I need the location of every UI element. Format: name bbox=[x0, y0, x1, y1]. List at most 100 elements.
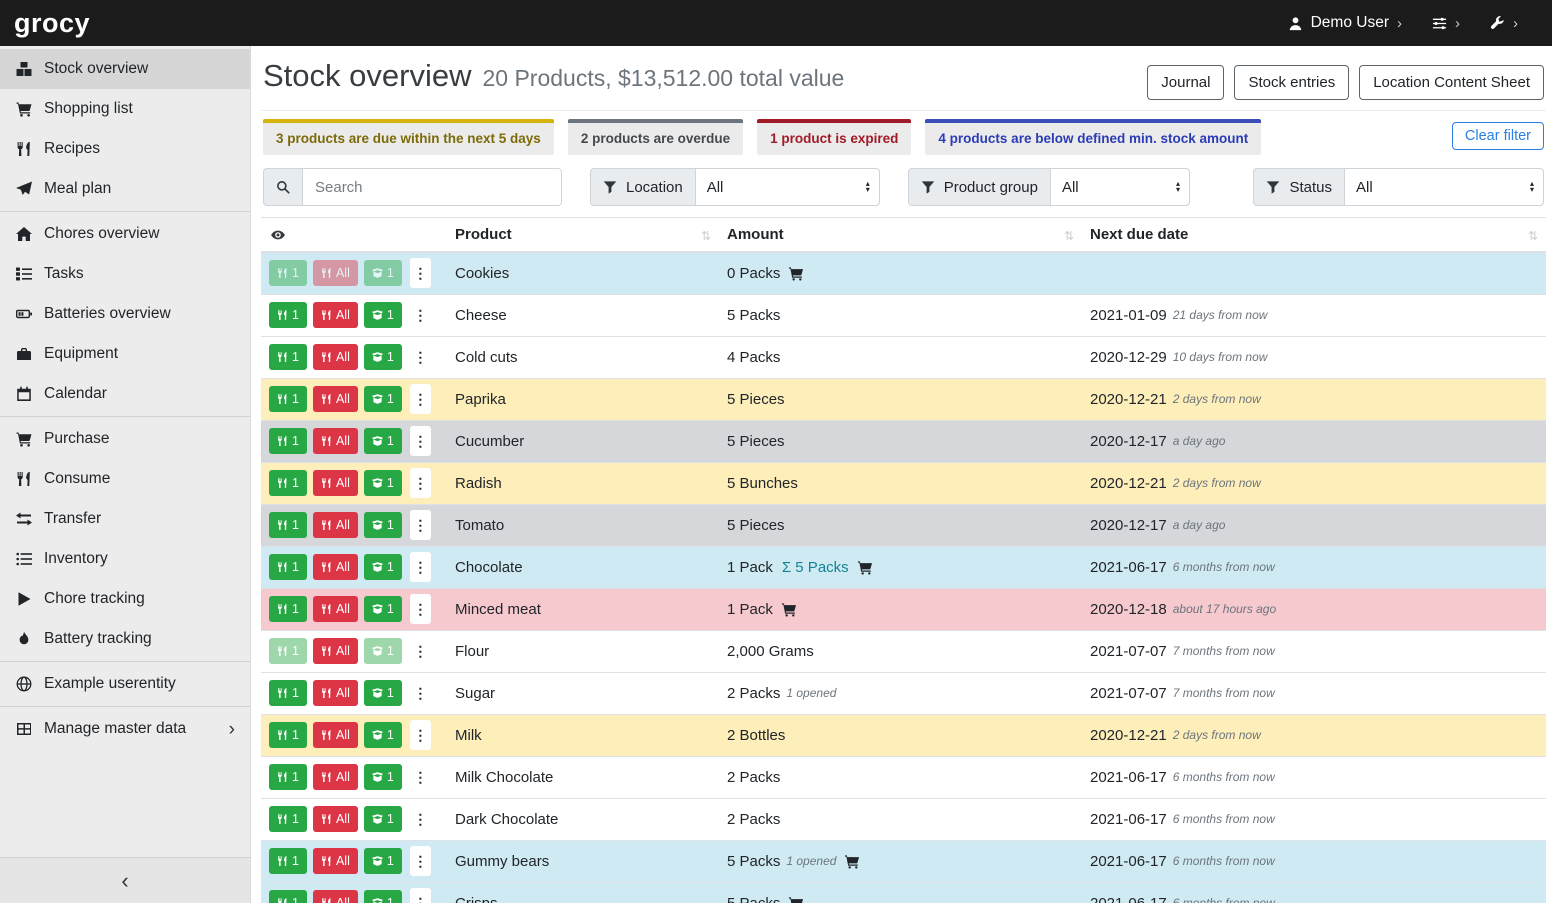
consume-one-button[interactable]: 1 bbox=[269, 596, 307, 622]
row-menu-button[interactable]: ⋮ bbox=[410, 720, 431, 750]
open-one-button[interactable]: 1 bbox=[364, 764, 402, 790]
open-one-button[interactable]: 1 bbox=[364, 386, 402, 412]
location-select[interactable]: All ▴▾ bbox=[695, 168, 880, 206]
sidebar-item-chores-overview[interactable]: Chores overview bbox=[0, 214, 250, 254]
row-menu-button[interactable]: ⋮ bbox=[410, 594, 431, 624]
consume-all-button[interactable]: All bbox=[313, 260, 358, 286]
consume-one-button[interactable]: 1 bbox=[269, 302, 307, 328]
consume-all-button[interactable]: All bbox=[313, 890, 358, 903]
sort-icon[interactable]: ⇅ bbox=[701, 229, 711, 243]
consume-one-button[interactable]: 1 bbox=[269, 764, 307, 790]
consume-all-button[interactable]: All bbox=[313, 386, 358, 412]
consume-all-button[interactable]: All bbox=[313, 806, 358, 832]
column-header-next-due-date[interactable]: Next due date⇅ bbox=[1082, 218, 1546, 253]
consume-one-button[interactable]: 1 bbox=[269, 470, 307, 496]
row-menu-button[interactable]: ⋮ bbox=[410, 762, 431, 792]
sidebar-item-transfer[interactable]: Transfer bbox=[0, 499, 250, 539]
journal-button[interactable]: Journal bbox=[1147, 65, 1224, 100]
settings-menu[interactable]: › bbox=[1432, 15, 1460, 32]
open-one-button[interactable]: 1 bbox=[364, 722, 402, 748]
status-banner[interactable]: 3 products are due within the next 5 day… bbox=[263, 119, 554, 155]
consume-all-button[interactable]: All bbox=[313, 470, 358, 496]
shopping-cart-icon[interactable] bbox=[788, 266, 804, 281]
consume-one-button[interactable]: 1 bbox=[269, 512, 307, 538]
consume-one-button[interactable]: 1 bbox=[269, 386, 307, 412]
sidebar-item-battery-tracking[interactable]: Battery tracking bbox=[0, 619, 250, 659]
row-menu-button[interactable]: ⋮ bbox=[410, 636, 431, 666]
sidebar-item-example-userentity[interactable]: Example userentity bbox=[0, 664, 250, 704]
open-one-button[interactable]: 1 bbox=[364, 554, 402, 580]
sidebar-item-meal-plan[interactable]: Meal plan bbox=[0, 169, 250, 209]
consume-all-button[interactable]: All bbox=[313, 344, 358, 370]
clear-filter-button[interactable]: Clear filter bbox=[1452, 122, 1544, 150]
open-one-button[interactable]: 1 bbox=[364, 344, 402, 370]
consume-one-button[interactable]: 1 bbox=[269, 806, 307, 832]
status-banner[interactable]: 4 products are below defined min. stock … bbox=[925, 119, 1261, 155]
grocy-logo[interactable]: grocy bbox=[14, 8, 90, 39]
product-group-select[interactable]: All ▴▾ bbox=[1050, 168, 1190, 206]
open-one-button[interactable]: 1 bbox=[364, 302, 402, 328]
shopping-cart-icon[interactable] bbox=[781, 602, 797, 617]
row-menu-button[interactable]: ⋮ bbox=[410, 426, 431, 456]
consume-all-button[interactable]: All bbox=[313, 722, 358, 748]
open-one-button[interactable]: 1 bbox=[364, 260, 402, 286]
open-one-button[interactable]: 1 bbox=[364, 806, 402, 832]
consume-one-button[interactable]: 1 bbox=[269, 638, 307, 664]
sidebar-collapse-button[interactable]: ‹ bbox=[0, 857, 250, 903]
location-content-sheet-button[interactable]: Location Content Sheet bbox=[1359, 65, 1544, 100]
consume-all-button[interactable]: All bbox=[313, 302, 358, 328]
consume-all-button[interactable]: All bbox=[313, 428, 358, 454]
row-menu-button[interactable]: ⋮ bbox=[410, 846, 431, 876]
row-menu-button[interactable]: ⋮ bbox=[410, 510, 431, 540]
sidebar-item-calendar[interactable]: Calendar bbox=[0, 374, 250, 414]
sidebar-item-consume[interactable]: Consume bbox=[0, 459, 250, 499]
shopping-cart-icon[interactable] bbox=[857, 560, 873, 575]
open-one-button[interactable]: 1 bbox=[364, 428, 402, 454]
shopping-cart-icon[interactable] bbox=[844, 854, 860, 869]
user-menu[interactable]: Demo User › bbox=[1288, 14, 1402, 32]
sidebar-item-stock-overview[interactable]: Stock overview bbox=[0, 49, 250, 89]
open-one-button[interactable]: 1 bbox=[364, 512, 402, 538]
column-header-amount[interactable]: Amount⇅ bbox=[719, 218, 1082, 253]
consume-one-button[interactable]: 1 bbox=[269, 680, 307, 706]
row-menu-button[interactable]: ⋮ bbox=[410, 300, 431, 330]
row-menu-button[interactable]: ⋮ bbox=[410, 342, 431, 372]
row-menu-button[interactable]: ⋮ bbox=[410, 552, 431, 582]
sidebar-item-purchase[interactable]: Purchase bbox=[0, 419, 250, 459]
admin-menu[interactable]: › bbox=[1490, 15, 1518, 32]
consume-all-button[interactable]: All bbox=[313, 764, 358, 790]
consume-one-button[interactable]: 1 bbox=[269, 554, 307, 580]
consume-all-button[interactable]: All bbox=[313, 512, 358, 538]
row-menu-button[interactable]: ⋮ bbox=[410, 258, 431, 288]
row-menu-button[interactable]: ⋮ bbox=[410, 384, 431, 414]
consume-one-button[interactable]: 1 bbox=[269, 260, 307, 286]
search-input[interactable] bbox=[302, 168, 562, 206]
consume-all-button[interactable]: All bbox=[313, 554, 358, 580]
open-one-button[interactable]: 1 bbox=[364, 848, 402, 874]
stock-entries-button[interactable]: Stock entries bbox=[1234, 65, 1349, 100]
consume-one-button[interactable]: 1 bbox=[269, 428, 307, 454]
sidebar-item-recipes[interactable]: Recipes bbox=[0, 129, 250, 169]
column-header-visibility[interactable] bbox=[261, 218, 447, 253]
consume-one-button[interactable]: 1 bbox=[269, 848, 307, 874]
sidebar-item-tasks[interactable]: Tasks bbox=[0, 254, 250, 294]
status-banner[interactable]: 2 products are overdue bbox=[568, 119, 743, 155]
consume-all-button[interactable]: All bbox=[313, 596, 358, 622]
sidebar-item-shopping-list[interactable]: Shopping list bbox=[0, 89, 250, 129]
sort-icon[interactable]: ⇅ bbox=[1064, 229, 1074, 243]
open-one-button[interactable]: 1 bbox=[364, 890, 402, 903]
consume-all-button[interactable]: All bbox=[313, 680, 358, 706]
consume-one-button[interactable]: 1 bbox=[269, 344, 307, 370]
open-one-button[interactable]: 1 bbox=[364, 680, 402, 706]
row-menu-button[interactable]: ⋮ bbox=[410, 888, 431, 903]
sidebar-item-manage-master-data[interactable]: Manage master data › bbox=[0, 709, 250, 749]
open-one-button[interactable]: 1 bbox=[364, 638, 402, 664]
row-menu-button[interactable]: ⋮ bbox=[410, 804, 431, 834]
open-one-button[interactable]: 1 bbox=[364, 596, 402, 622]
column-header-product[interactable]: Product⇅ bbox=[447, 218, 719, 253]
sidebar-item-chore-tracking[interactable]: Chore tracking bbox=[0, 579, 250, 619]
sidebar-item-inventory[interactable]: Inventory bbox=[0, 539, 250, 579]
status-select[interactable]: All ▴▾ bbox=[1344, 168, 1544, 206]
sort-icon[interactable]: ⇅ bbox=[1528, 229, 1538, 243]
consume-one-button[interactable]: 1 bbox=[269, 722, 307, 748]
